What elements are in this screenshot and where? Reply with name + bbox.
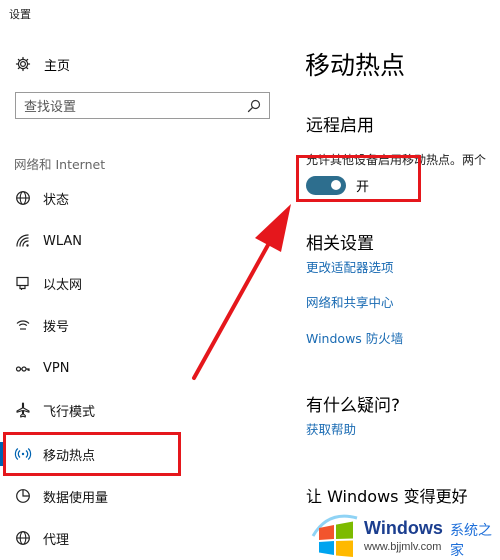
- sidebar-item-airplane[interactable]: 飞行模式: [0, 390, 270, 430]
- sidebar-item-label: 飞行模式: [43, 404, 96, 420]
- wifi-icon: [14, 232, 32, 250]
- sidebar-item-wlan[interactable]: WLAN: [0, 221, 270, 261]
- make-windows-better-heading: 让 Windows 变得更好: [306, 487, 468, 506]
- search-input[interactable]: 查找设置: [15, 92, 270, 119]
- dialup-icon: [14, 316, 32, 334]
- sidebar-item-label: VPN: [43, 360, 70, 376]
- page-title: 移动热点: [305, 51, 406, 80]
- sidebar-home[interactable]: 主页: [15, 54, 70, 74]
- sidebar-item-label: 数据使用量: [43, 490, 109, 506]
- sidebar-item-label: WLAN: [43, 233, 83, 249]
- sidebar-item-proxy[interactable]: 代理: [0, 518, 270, 558]
- network-sharing-center-link[interactable]: 网络和共享中心: [306, 292, 394, 311]
- data-usage-icon: [14, 487, 32, 505]
- watermark: Windows 系统之家 www.bjjmlv.com: [308, 506, 500, 560]
- sidebar-home-label: 主页: [44, 58, 71, 74]
- highlight-box-nav: [3, 432, 181, 476]
- ethernet-icon: [14, 274, 32, 292]
- airplane-icon: [14, 401, 32, 419]
- remote-enable-heading: 远程启用: [306, 116, 374, 136]
- highlight-box-toggle: [296, 155, 421, 202]
- section-label: 网络和 Internet: [14, 157, 106, 172]
- question-heading: 有什么疑问?: [306, 396, 401, 416]
- sidebar-item-status[interactable]: 状态: [0, 178, 270, 218]
- sidebar-item-ethernet[interactable]: 以太网: [0, 263, 270, 303]
- gear-icon: [15, 56, 31, 72]
- windows-logo-icon: [311, 514, 358, 557]
- sidebar-item-label: 状态: [43, 192, 70, 208]
- watermark-brand: Windows: [364, 518, 443, 538]
- watermark-site: 系统之家: [450, 523, 492, 559]
- search-placeholder: 查找设置: [24, 100, 77, 115]
- sidebar-item-label: 代理: [43, 532, 70, 548]
- sidebar-item-vpn[interactable]: VPN: [0, 348, 270, 388]
- sidebar-item-dialup[interactable]: 拨号: [0, 305, 270, 345]
- sidebar-item-label: 拨号: [43, 319, 70, 335]
- vpn-icon: [14, 359, 32, 377]
- sidebar-item-data-usage[interactable]: 数据使用量: [0, 476, 270, 516]
- related-settings-heading: 相关设置: [306, 234, 374, 254]
- window-title: 设置: [9, 8, 31, 21]
- search-icon[interactable]: [243, 95, 265, 117]
- globe-icon: [14, 189, 32, 207]
- sidebar-item-label: 以太网: [43, 277, 83, 293]
- watermark-url: www.bjjmlv.com: [364, 541, 442, 553]
- globe-icon: [14, 529, 32, 547]
- get-help-link[interactable]: 获取帮助: [306, 419, 356, 438]
- windows-firewall-link[interactable]: Windows 防火墙: [306, 328, 403, 347]
- change-adapter-options-link[interactable]: 更改适配器选项: [306, 257, 394, 276]
